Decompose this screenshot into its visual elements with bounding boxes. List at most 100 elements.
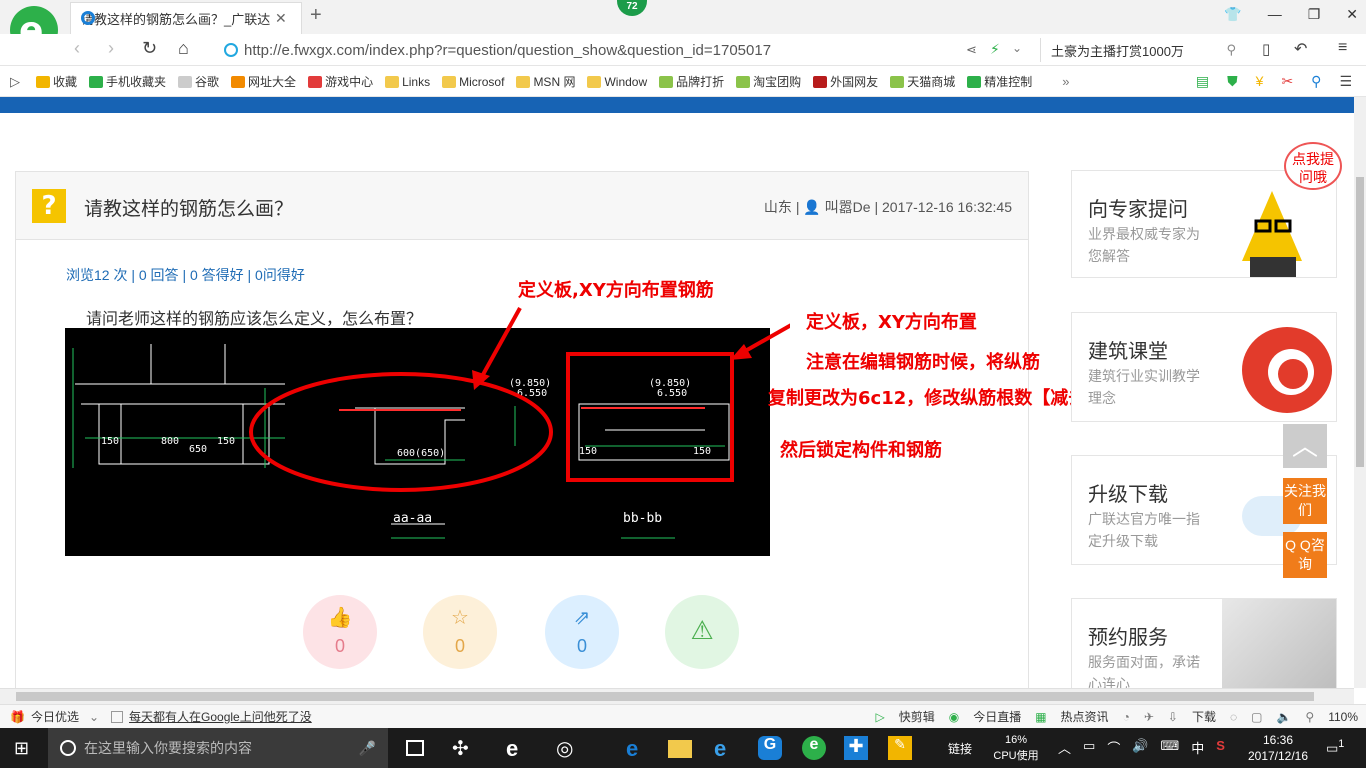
battery-icon[interactable]: ▭	[1083, 738, 1095, 757]
status-live[interactable]: 今日直播	[973, 708, 1021, 725]
shield-icon[interactable]: ⛊	[1227, 73, 1238, 90]
bookmark-item[interactable]: 精准控制	[967, 73, 1032, 90]
share-button[interactable]: ⇗ 0	[545, 595, 619, 669]
ask-bubble[interactable]: 点我提问哦	[1284, 142, 1342, 190]
shirt-icon[interactable]: 👕	[1224, 6, 1241, 23]
phone-icon[interactable]: ▯	[1262, 40, 1270, 58]
new-tab-button[interactable]: +	[310, 4, 322, 27]
tool-icon[interactable]: ✚	[844, 736, 868, 760]
status-today[interactable]: 今日优选	[31, 708, 79, 725]
card-course[interactable]: 建筑课堂 建筑行业实训教学理念	[1071, 312, 1337, 422]
cpu-meter[interactable]: 16% CPU使用	[990, 732, 1042, 764]
home-icon[interactable]: ⌂	[178, 38, 189, 59]
menu-icon[interactable]: ≡	[1338, 39, 1347, 57]
money-icon[interactable]: ¥	[1256, 73, 1264, 90]
folder-icon[interactable]	[668, 740, 692, 758]
vertical-scrollbar[interactable]	[1354, 97, 1366, 688]
bookmark-item[interactable]: 收藏	[36, 73, 77, 90]
taskbar-search[interactable]: 在这里输入你要搜索的内容 🎤	[48, 728, 388, 768]
bookmark-item[interactable]: MSN 网	[516, 73, 575, 90]
status-quickcut[interactable]: 快剪辑	[899, 708, 935, 725]
bookmark-item[interactable]: 游戏中心	[308, 73, 373, 90]
bookmark-item[interactable]: Microsof	[442, 75, 504, 89]
zoom-icon: ⚲	[1305, 709, 1315, 724]
scroll-to-top-button[interactable]: ︿	[1283, 424, 1327, 468]
bookmark-item[interactable]: 品牌打折	[659, 73, 724, 90]
edge-icon[interactable]: e	[506, 736, 530, 761]
window-icon[interactable]: ▢	[1251, 710, 1262, 724]
mic-icon[interactable]: 🎤	[359, 740, 376, 757]
refresh-icon[interactable]: ↻	[142, 38, 157, 59]
card-service[interactable]: 预约服务 服务面对面，承诺心连心	[1071, 598, 1337, 690]
bookmark-item[interactable]: Window	[587, 75, 647, 89]
minimize-button[interactable]: —	[1268, 6, 1282, 23]
sidebar-toggle-icon[interactable]: ▷	[10, 74, 20, 90]
status-hotnews[interactable]: 热点资讯	[1061, 708, 1109, 725]
clock[interactable]: 16:36 2017/12/16	[1238, 732, 1318, 764]
volume-icon[interactable]: 🔊	[1132, 738, 1148, 757]
notes-icon[interactable]: ✎	[888, 736, 912, 760]
report-button[interactable]: ⚠	[665, 595, 739, 669]
browser-taskbar-icon[interactable]: e	[802, 736, 826, 760]
sound-icon[interactable]: 🔈	[1276, 710, 1291, 724]
lightning-icon[interactable]: ⚡	[990, 41, 1000, 58]
ime-indicator[interactable]: 中	[1191, 738, 1204, 757]
close-button[interactable]: ✕	[1346, 6, 1358, 23]
bookmark-item[interactable]: 网址大全	[231, 73, 296, 90]
qq-consult-button[interactable]: Q Q咨询	[1283, 532, 1327, 578]
taskbar-links[interactable]: 链接	[948, 740, 972, 757]
edge-blue-icon[interactable]: e	[626, 736, 650, 761]
favorite-button[interactable]: ☆ 0	[423, 595, 497, 669]
search-icon[interactable]: ⚲	[1226, 42, 1236, 58]
question-user[interactable]: 叫嚣De	[825, 199, 871, 215]
favorite-count: 0	[454, 636, 465, 656]
search-tool-icon[interactable]: ⚲	[1311, 73, 1321, 90]
status-download[interactable]: 下载	[1192, 708, 1216, 725]
scissors-icon[interactable]: ✂	[1281, 73, 1293, 90]
windows-start-icon[interactable]: ⊞	[14, 738, 29, 759]
more-bookmarks-icon[interactable]: »	[1062, 74, 1069, 89]
bookmark-item[interactable]: 淘宝团购	[736, 73, 801, 90]
cad-dim-150-left: 150	[101, 436, 119, 447]
bookmark-item[interactable]: 天猫商城	[890, 73, 955, 90]
keyboard-icon[interactable]: ⌨	[1161, 738, 1180, 757]
settings-icon[interactable]: ◌	[1230, 710, 1237, 724]
pin-icon[interactable]: ✈	[1144, 710, 1154, 724]
notification-center-icon[interactable]: ▭1	[1326, 738, 1344, 756]
status-news-link[interactable]: 每天都有人在Google上问他死了没	[129, 708, 312, 725]
tab-close-icon[interactable]: ✕	[275, 10, 287, 27]
task-view-icon[interactable]	[406, 740, 424, 756]
undo-icon[interactable]: ↶	[1294, 39, 1307, 59]
reader-icon[interactable]: ▤	[1196, 73, 1209, 90]
url-field[interactable]: http://e.fwxgx.com/index.php?r=question/…	[224, 38, 944, 62]
bookmark-item[interactable]: Links	[385, 75, 430, 89]
ie-taskbar-icon[interactable]: e	[714, 736, 738, 761]
glodon-icon[interactable]: G	[758, 736, 782, 760]
forward-icon[interactable]: ›	[108, 38, 114, 59]
double-chevron-icon[interactable]: ⌄	[89, 710, 99, 724]
search-box[interactable]: 土豪为主播打赏1000万 ⚲	[1040, 38, 1236, 62]
bookmark-label: 天猫商城	[907, 75, 956, 89]
menu-list-icon[interactable]: ☰	[1339, 73, 1352, 90]
wifi-icon[interactable]: ⌒	[1107, 738, 1120, 757]
horizontal-scrollbar[interactable]	[0, 688, 1354, 704]
like-button[interactable]: 👍 0	[303, 595, 377, 669]
chevron-down-icon[interactable]: ⌄	[1012, 41, 1022, 55]
status-zoom[interactable]: 110%	[1328, 710, 1358, 724]
fan-icon[interactable]: ✣	[452, 736, 476, 760]
live-icon: ◉	[948, 709, 960, 724]
bookmark-item[interactable]: 手机收藏夹	[89, 73, 166, 90]
back-icon[interactable]: ‹	[74, 38, 80, 59]
sogou-icon[interactable]: S	[1216, 738, 1225, 757]
speed-icon[interactable]: ◔	[1123, 710, 1130, 724]
share-icon[interactable]: ⋖	[966, 42, 977, 58]
bookmark-item[interactable]: 谷歌	[178, 73, 219, 90]
swirl-icon[interactable]: ◎	[556, 736, 580, 760]
hscroll-thumb[interactable]	[16, 692, 1314, 701]
tray-expand-icon[interactable]: ︿	[1058, 738, 1071, 757]
tab-current[interactable]: 请教这样的钢筋怎么画？_广联达 ✕	[70, 2, 302, 34]
bookmark-item[interactable]: 外国网友	[813, 73, 878, 90]
scrollbar-thumb[interactable]	[1356, 177, 1364, 467]
restore-button[interactable]: ❐	[1308, 6, 1321, 23]
follow-us-button[interactable]: 关注我们	[1283, 478, 1327, 524]
